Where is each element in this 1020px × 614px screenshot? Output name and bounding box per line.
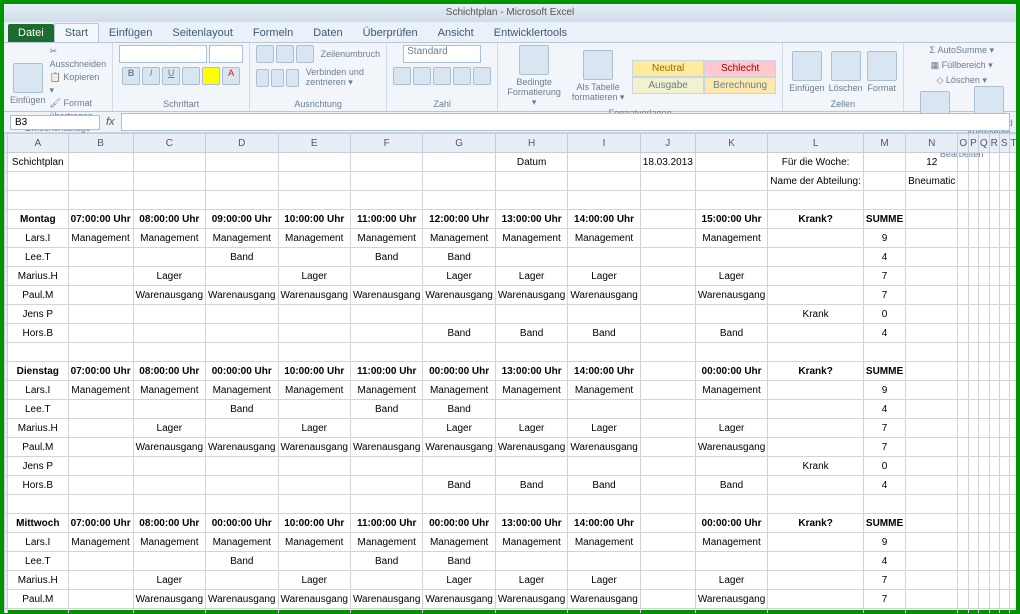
title-bar: Schichtplan - Microsoft Excel <box>4 4 1016 22</box>
group-number: Standard Zahl <box>387 43 498 111</box>
align-center-icon[interactable] <box>271 69 284 87</box>
name-box[interactable]: B3 <box>10 115 100 130</box>
tab-entwicklertools[interactable]: Entwicklertools <box>484 24 577 42</box>
style-calc[interactable]: Berechnung <box>704 77 776 94</box>
table-row[interactable]: Lee.TBandBandBand4 <box>5 400 1017 419</box>
number-format-select[interactable]: Standard <box>403 45 481 63</box>
table-row[interactable]: Paul.MWarenausgangWarenausgangWarenausga… <box>5 590 1017 609</box>
table-row[interactable]: Jens PKrank0 <box>5 609 1017 614</box>
group-editing: Σ AutoSumme ▾ ▦ Füllbereich ▾ ◇ Löschen … <box>904 43 1020 111</box>
insert-cells-icon[interactable] <box>792 51 822 81</box>
style-output[interactable]: Ausgabe <box>632 77 704 94</box>
table-row[interactable]: Jens PKrank0 <box>5 305 1017 324</box>
table-row[interactable]: Name der Abteilung:Bneumatic <box>5 172 1017 191</box>
table-row[interactable] <box>5 191 1017 210</box>
table-row[interactable]: Montag07:00:00 Uhr08:00:00 Uhr09:00:00 U… <box>5 210 1017 229</box>
spreadsheet-grid[interactable]: ABCDEFGHIJKLMNOPQRSTU SchichtplanDatum18… <box>4 133 1016 613</box>
align-left-icon[interactable] <box>256 69 269 87</box>
group-cells: Einfügen Löschen Format Zellen <box>783 43 904 111</box>
file-tab[interactable]: Datei <box>8 24 54 42</box>
table-row[interactable]: Marius.HLagerLagerLagerLagerLagerLager7 <box>5 267 1017 286</box>
fill-color-button[interactable] <box>202 67 220 85</box>
italic-button[interactable]: I <box>142 67 160 85</box>
comma-icon[interactable] <box>433 67 451 85</box>
cut-button[interactable]: ✂ Ausschneiden <box>50 45 107 71</box>
ribbon: Einfügen ✂ Ausschneiden 📋 Kopieren ▾ 🖌 F… <box>4 43 1016 112</box>
col-header-row: ABCDEFGHIJKLMNOPQRSTU <box>5 134 1017 153</box>
style-neutral[interactable]: Neutral <box>632 60 704 77</box>
align-bottom-icon[interactable] <box>296 45 314 63</box>
ribbon-tabs: Datei Start Einfügen Seitenlayout Formel… <box>4 22 1016 43</box>
group-styles: Bedingte Formatierung ▾ Als Tabelle form… <box>498 43 783 111</box>
clear-button[interactable]: ◇ Löschen ▾ <box>936 75 986 86</box>
bold-button[interactable]: B <box>122 67 140 85</box>
tab-seitenlayout[interactable]: Seitenlayout <box>162 24 243 42</box>
table-row[interactable]: SchichtplanDatum18.03.2013Für die Woche:… <box>5 153 1017 172</box>
underline-button[interactable]: U <box>162 67 180 85</box>
table-row[interactable]: Lars.IManagementManagementManagementMana… <box>5 229 1017 248</box>
table-row[interactable]: Dienstag07:00:00 Uhr08:00:00 Uhr00:00:00… <box>5 362 1017 381</box>
border-button[interactable] <box>182 67 200 85</box>
fill-button[interactable]: ▦ Füllbereich ▾ <box>931 60 993 71</box>
dec-decimal-icon[interactable] <box>473 67 491 85</box>
tab-ansicht[interactable]: Ansicht <box>428 24 484 42</box>
percent-icon[interactable] <box>413 67 431 85</box>
copy-button[interactable]: 📋 Kopieren ▾ <box>50 71 107 97</box>
table-row[interactable]: Lars.IManagementManagementManagementMana… <box>5 533 1017 552</box>
cond-format-icon[interactable] <box>519 45 549 75</box>
group-alignment: Zeilenumbruch Verbinden und zentrieren ▾… <box>250 43 387 111</box>
currency-icon[interactable] <box>393 67 411 85</box>
format-cells-icon[interactable] <box>867 51 897 81</box>
inc-decimal-icon[interactable] <box>453 67 471 85</box>
table-row[interactable]: Lee.TBandBandBand4 <box>5 248 1017 267</box>
paste-icon[interactable] <box>13 63 43 93</box>
table-row[interactable] <box>5 495 1017 514</box>
table-row[interactable]: Jens PKrank0 <box>5 457 1017 476</box>
table-row[interactable]: Lars.IManagementManagementManagementMana… <box>5 381 1017 400</box>
group-font: B I U A Schriftart <box>113 43 250 111</box>
merge-button[interactable]: Verbinden und zentrieren ▾ <box>306 67 380 88</box>
tab-start[interactable]: Start <box>54 23 99 42</box>
table-row[interactable]: Marius.HLagerLagerLagerLagerLagerLager7 <box>5 419 1017 438</box>
wrap-text-button[interactable]: Zeilenumbruch <box>321 49 381 59</box>
table-row[interactable]: Marius.HLagerLagerLagerLagerLagerLager7 <box>5 571 1017 590</box>
table-row[interactable]: Hors.BBandBandBandBand4 <box>5 476 1017 495</box>
table-row[interactable] <box>5 343 1017 362</box>
find-icon[interactable] <box>974 86 1004 116</box>
font-color-button[interactable]: A <box>222 67 240 85</box>
tab-einfuegen[interactable]: Einfügen <box>99 24 162 42</box>
fx-icon[interactable]: fx <box>106 116 115 128</box>
delete-cells-icon[interactable] <box>831 51 861 81</box>
formula-bar-row: B3 fx <box>4 112 1016 133</box>
table-format-icon[interactable] <box>583 50 613 80</box>
tab-ueberpruefen[interactable]: Überprüfen <box>353 24 428 42</box>
group-clipboard: Einfügen ✂ Ausschneiden 📋 Kopieren ▾ 🖌 F… <box>4 43 113 111</box>
font-size-select[interactable] <box>209 45 243 63</box>
tab-daten[interactable]: Daten <box>303 24 352 42</box>
table-row[interactable]: Lee.TBandBandBand4 <box>5 552 1017 571</box>
table-row[interactable]: Paul.MWarenausgangWarenausgangWarenausga… <box>5 438 1017 457</box>
autosum-button[interactable]: Σ AutoSumme ▾ <box>929 45 994 56</box>
table-row[interactable]: Mittwoch07:00:00 Uhr08:00:00 Uhr00:00:00… <box>5 514 1017 533</box>
align-right-icon[interactable] <box>286 69 299 87</box>
tab-formeln[interactable]: Formeln <box>243 24 303 42</box>
table-row[interactable]: Hors.BBandBandBandBand4 <box>5 324 1017 343</box>
align-middle-icon[interactable] <box>276 45 294 63</box>
align-top-icon[interactable] <box>256 45 274 63</box>
formula-bar[interactable] <box>121 113 1010 131</box>
style-bad[interactable]: Schlecht <box>704 60 776 77</box>
font-family-select[interactable] <box>119 45 207 63</box>
table-row[interactable]: Paul.MWarenausgangWarenausgangWarenausga… <box>5 286 1017 305</box>
